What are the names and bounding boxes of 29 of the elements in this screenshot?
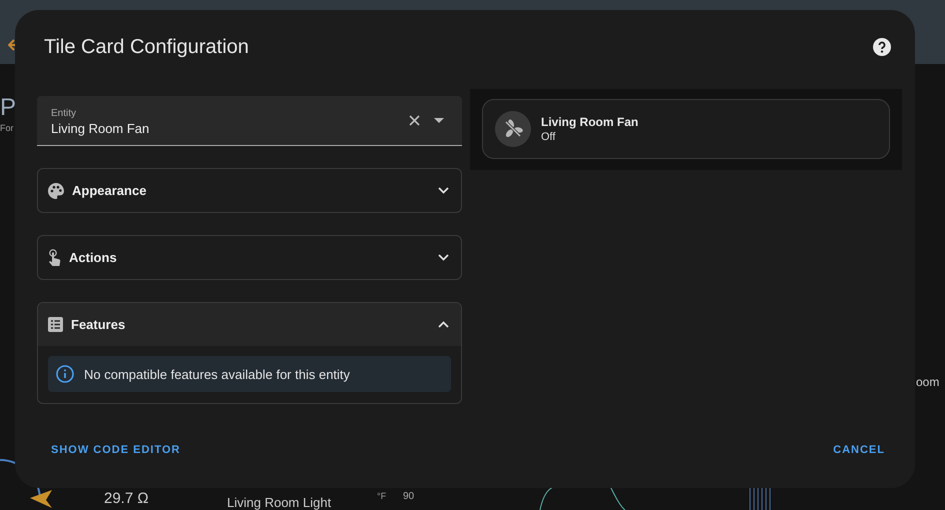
dashboard-text: For xyxy=(0,124,14,133)
chevron-up-icon xyxy=(438,321,449,328)
tile-state: Off xyxy=(541,131,556,143)
chevron-down-icon xyxy=(438,254,449,261)
help-icon[interactable] xyxy=(873,38,891,56)
cancel-button[interactable]: CANCEL xyxy=(823,440,895,460)
dashboard-text: 29.7 Ω xyxy=(104,491,149,506)
expansion-panel-header[interactable]: Appearance xyxy=(38,169,461,212)
entity-field[interactable]: Entity Living Room Fan xyxy=(37,96,462,146)
expansion-panel-header[interactable]: Features xyxy=(38,303,461,346)
dashboard-text: °F xyxy=(377,492,386,501)
show-code-editor-button[interactable]: SHOW CODE EDITOR xyxy=(41,440,190,460)
pointing-hand-icon xyxy=(48,249,61,266)
clear-icon[interactable] xyxy=(409,115,420,126)
palette-icon xyxy=(48,182,64,198)
expansion-panel-header[interactable]: Actions xyxy=(38,236,461,279)
chevron-down-icon xyxy=(438,187,449,194)
tile-card[interactable]: Living Room Fan Off xyxy=(482,99,890,159)
dashboard-text: P xyxy=(0,96,16,120)
dashboard-text: oom xyxy=(916,376,940,388)
tile-name: Living Room Fan xyxy=(541,115,638,129)
dropdown-caret-icon[interactable] xyxy=(434,118,444,123)
dashboard-text: Living Room Light xyxy=(227,496,332,509)
list-icon xyxy=(48,317,63,332)
dialog-title: Tile Card Configuration xyxy=(44,36,249,58)
fan-off-icon xyxy=(495,111,531,147)
info-icon xyxy=(56,365,74,383)
dashboard-text: 90 xyxy=(403,492,414,502)
alert-message: No compatible features available for this entity xyxy=(84,366,350,382)
